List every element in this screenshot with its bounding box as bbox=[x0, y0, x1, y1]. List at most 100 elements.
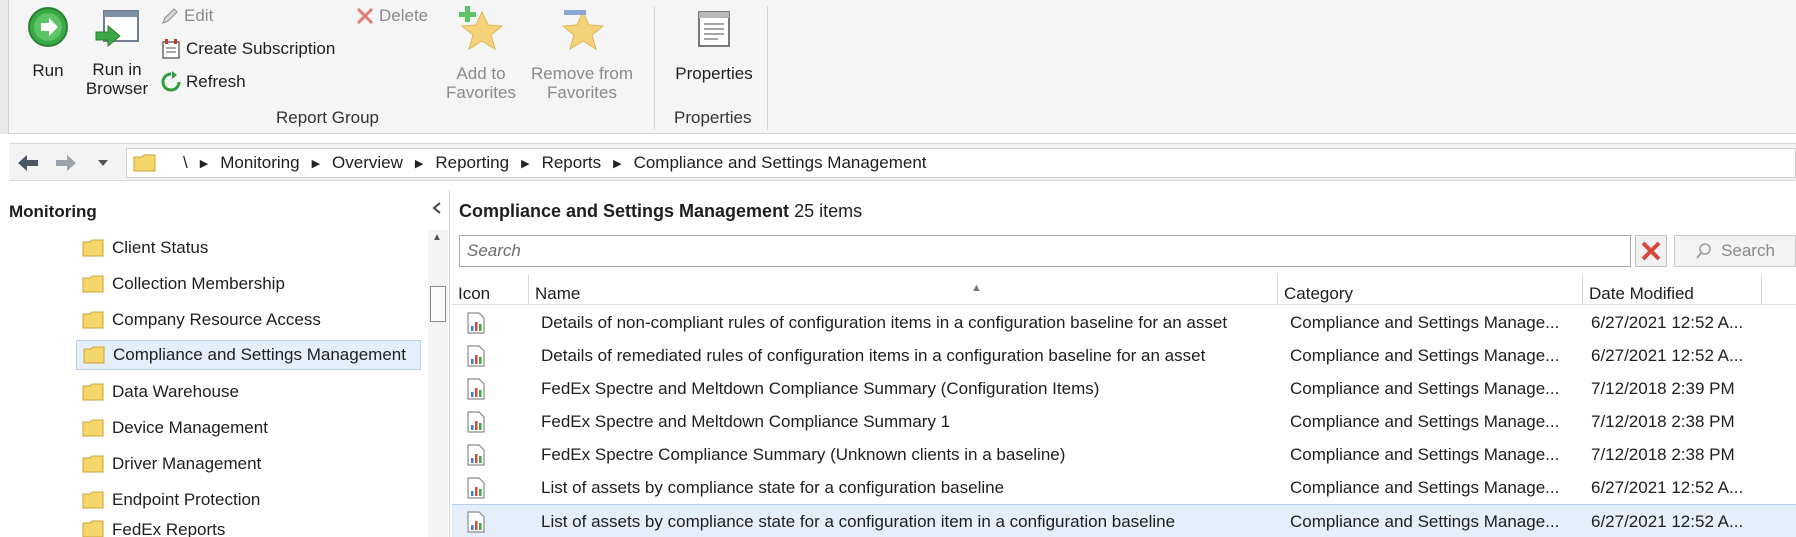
sort-ascending-icon: ▲ bbox=[971, 282, 982, 294]
tree-item-collection-membership[interactable]: Collection Membership bbox=[76, 269, 291, 299]
navigation-pane: Monitoring Client Status Collection Memb… bbox=[0, 190, 450, 537]
create-subscription-label: Create Subscription bbox=[186, 39, 336, 58]
breadcrumb-compliance[interactable]: Compliance and Settings Management bbox=[626, 153, 935, 173]
run-in-browser-icon bbox=[95, 10, 139, 48]
add-to-favorites-button[interactable]: Add to Favorites bbox=[440, 4, 522, 102]
table-row[interactable]: List of assets by compliance state for a… bbox=[452, 504, 1796, 537]
forward-button[interactable] bbox=[51, 149, 81, 177]
tree-item-fedex-reports[interactable]: FedEx Reports bbox=[76, 520, 231, 537]
breadcrumb-root[interactable]: \ bbox=[157, 153, 196, 173]
report-icon bbox=[467, 312, 485, 334]
report-category: Compliance and Settings Manage... bbox=[1290, 412, 1560, 431]
chevron-left-icon bbox=[432, 202, 441, 214]
breadcrumb-separator[interactable]: ▶ bbox=[609, 157, 625, 170]
breadcrumb-reports[interactable]: Reports bbox=[534, 153, 610, 173]
collapse-pane-button[interactable] bbox=[432, 202, 442, 217]
breadcrumb-separator[interactable]: ▶ bbox=[308, 157, 324, 170]
report-category: Compliance and Settings Manage... bbox=[1290, 346, 1560, 365]
report-icon bbox=[467, 477, 485, 499]
table-row[interactable]: Details of remediated rules of configura… bbox=[452, 339, 1796, 372]
search-button[interactable]: Search bbox=[1674, 235, 1796, 267]
column-header-icon[interactable]: Icon bbox=[452, 274, 529, 304]
table-row[interactable]: FedEx Spectre and Meltdown Compliance Su… bbox=[452, 372, 1796, 405]
report-name: Details of remediated rules of configura… bbox=[541, 346, 1206, 365]
tree-item-device-management[interactable]: Device Management bbox=[76, 413, 274, 443]
tree-item-label: Data Warehouse bbox=[112, 382, 239, 401]
breadcrumb-separator[interactable]: ▶ bbox=[517, 157, 533, 170]
refresh-label: Refresh bbox=[186, 72, 246, 91]
report-name: List of assets by compliance state for a… bbox=[541, 478, 1005, 497]
column-header-name-label: Name bbox=[535, 284, 581, 303]
tree-item-data-warehouse[interactable]: Data Warehouse bbox=[76, 377, 245, 407]
tree-item-label: Collection Membership bbox=[112, 274, 285, 293]
arrow-left-icon bbox=[18, 155, 38, 171]
tree-item-company-resource-access[interactable]: Company Resource Access bbox=[76, 305, 327, 335]
report-icon bbox=[467, 444, 485, 466]
scroll-thumb[interactable] bbox=[430, 286, 446, 322]
refresh-button[interactable]: Refresh bbox=[160, 70, 246, 94]
back-button[interactable] bbox=[13, 149, 43, 177]
history-dropdown[interactable] bbox=[93, 149, 113, 177]
header-divider bbox=[452, 304, 1796, 305]
arrow-right-icon bbox=[56, 155, 76, 171]
remove-favorite-star-icon bbox=[561, 10, 605, 51]
tree-item-driver-management[interactable]: Driver Management bbox=[76, 449, 267, 479]
folder-icon bbox=[83, 346, 105, 364]
run-in-browser-label: Run in Browser bbox=[85, 60, 149, 98]
breadcrumb[interactable]: \ ▶ Monitoring ▶ Overview ▶ Reporting ▶ … bbox=[126, 148, 1796, 178]
breadcrumb-separator[interactable]: ▶ bbox=[411, 157, 427, 170]
search-icon bbox=[1696, 243, 1711, 259]
create-subscription-button[interactable]: Create Subscription bbox=[160, 37, 335, 61]
ribbon-left-edge bbox=[0, 0, 9, 134]
breadcrumb-monitoring[interactable]: Monitoring bbox=[212, 153, 307, 173]
results-pane: Compliance and Settings Management 25 it… bbox=[452, 190, 1796, 537]
search-input[interactable]: Search bbox=[459, 235, 1631, 267]
pencil-icon bbox=[161, 8, 178, 25]
edit-button[interactable]: Edit bbox=[160, 4, 213, 28]
report-date-modified: 7/12/2018 2:39 PM bbox=[1591, 379, 1735, 398]
breadcrumb-separator[interactable]: ▶ bbox=[196, 157, 212, 170]
remove-from-favorites-button[interactable]: Remove from Favorites bbox=[526, 4, 638, 102]
report-category: Compliance and Settings Manage... bbox=[1290, 512, 1560, 531]
report-date-modified: 6/27/2021 12:52 A... bbox=[1591, 478, 1744, 497]
remove-from-favorites-label: Remove from Favorites bbox=[530, 64, 634, 102]
add-favorite-star-icon bbox=[459, 6, 504, 51]
column-header-date-modified[interactable]: Date Modified bbox=[1583, 274, 1762, 304]
edit-label: Edit bbox=[184, 6, 214, 25]
report-name: FedEx Spectre Compliance Summary (Unknow… bbox=[541, 445, 1066, 464]
results-title: Compliance and Settings Management bbox=[459, 201, 790, 221]
report-date-modified: 6/27/2021 12:52 A... bbox=[1591, 313, 1744, 332]
run-label: Run bbox=[32, 61, 64, 80]
clear-search-button[interactable] bbox=[1635, 235, 1667, 267]
add-to-favorites-label: Add to Favorites bbox=[446, 64, 516, 102]
vertical-scrollbar[interactable]: ▲ bbox=[428, 230, 448, 537]
tree-item-label: Driver Management bbox=[112, 454, 262, 473]
report-icon bbox=[467, 511, 485, 533]
scroll-up-arrow[interactable]: ▲ bbox=[432, 232, 442, 243]
column-header-category[interactable]: Category bbox=[1278, 274, 1583, 304]
run-in-browser-button[interactable]: Run in Browser bbox=[80, 8, 154, 98]
table-row[interactable]: FedEx Spectre Compliance Summary (Unknow… bbox=[452, 438, 1796, 471]
refresh-icon bbox=[161, 71, 181, 92]
tree-item-endpoint-protection[interactable]: Endpoint Protection bbox=[76, 485, 266, 515]
table-row[interactable]: Details of non-compliant rules of config… bbox=[452, 306, 1796, 339]
folder-icon bbox=[82, 239, 104, 257]
results-table: Icon Name ▲ Category Date Modified Detai… bbox=[452, 274, 1796, 537]
results-count: 25 items bbox=[794, 201, 863, 221]
folder-icon bbox=[82, 275, 104, 293]
column-header-name[interactable]: Name ▲ bbox=[529, 274, 1278, 304]
breadcrumb-overview[interactable]: Overview bbox=[324, 153, 411, 173]
properties-button[interactable]: Properties bbox=[667, 8, 761, 83]
search-button-label: Search bbox=[1721, 241, 1775, 260]
subscription-icon bbox=[162, 39, 180, 59]
breadcrumb-reporting[interactable]: Reporting bbox=[427, 153, 517, 173]
ribbon-separator bbox=[654, 6, 655, 130]
folder-icon bbox=[82, 455, 104, 473]
delete-button[interactable]: Delete bbox=[355, 4, 428, 28]
tree-item-client-status[interactable]: Client Status bbox=[76, 233, 214, 263]
run-button[interactable]: Run bbox=[18, 6, 78, 80]
table-row[interactable]: List of assets by compliance state for a… bbox=[452, 471, 1796, 504]
tree-item-label: Device Management bbox=[112, 418, 268, 437]
table-row[interactable]: FedEx Spectre and Meltdown Compliance Su… bbox=[452, 405, 1796, 438]
tree-item-compliance-settings[interactable]: Compliance and Settings Management bbox=[76, 340, 421, 370]
